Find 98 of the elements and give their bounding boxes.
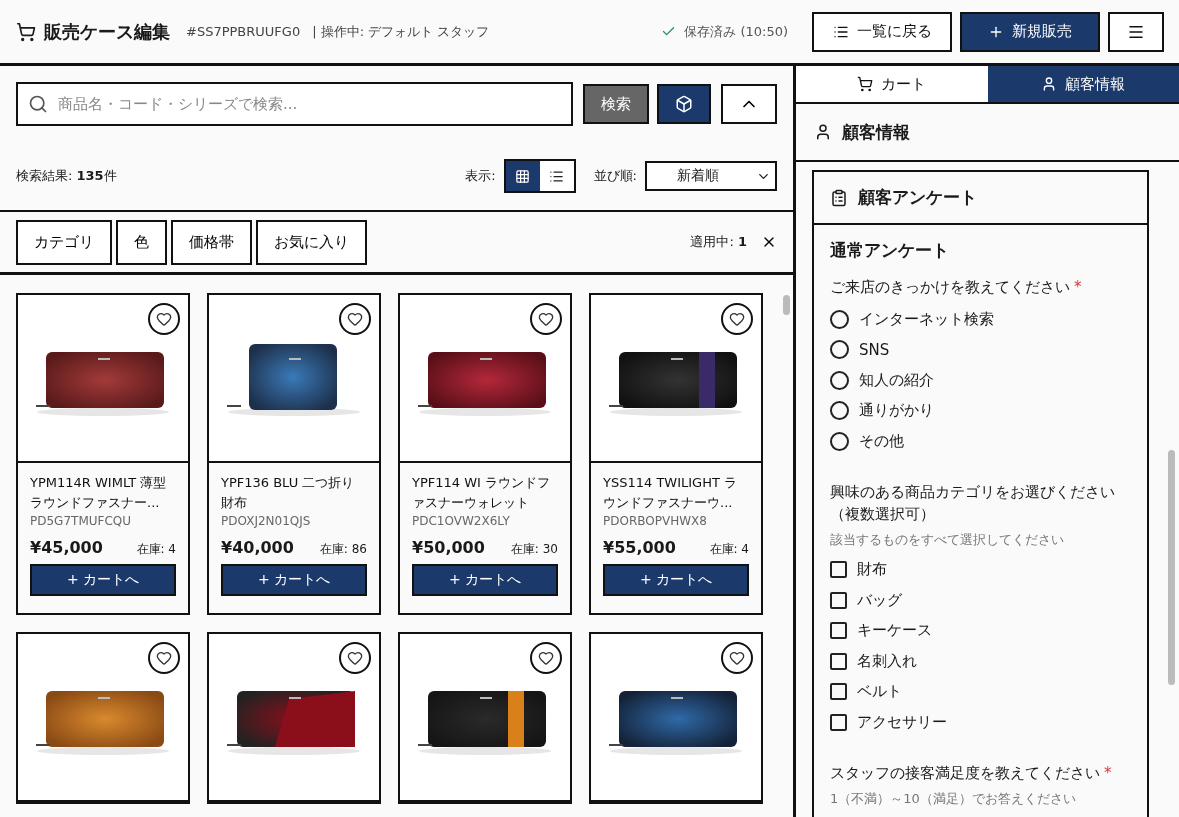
product-title: YPF136 BLU 二つ折り財布 (221, 474, 356, 512)
filter-chip[interactable]: 価格帯 (171, 219, 252, 265)
survey-title: 顧客アンケート (858, 186, 977, 209)
save-status: 保存済み (10:50) (684, 22, 788, 41)
cart-icon (857, 76, 874, 92)
checkbox[interactable] (830, 652, 847, 670)
required-mark: * (1104, 763, 1112, 782)
heart-icon (729, 650, 745, 666)
stock-count: 在庫: 86 (319, 541, 367, 558)
radio-button[interactable] (830, 401, 849, 421)
scrollbar-thumb[interactable] (783, 295, 790, 315)
back-to-list-button[interactable]: 一覧に戻る (812, 11, 952, 52)
page-title: 販売ケース編集 (44, 19, 170, 44)
product-price: ¥45,000 (30, 538, 103, 557)
option-label: 財布 (857, 560, 887, 580)
option-label: SNS (859, 340, 890, 359)
question-label: スタッフの接客満足度を教えてください * (830, 762, 1113, 784)
checkbox[interactable] (830, 713, 847, 731)
heart-icon (538, 311, 554, 327)
user-icon (814, 123, 832, 141)
heart-icon (729, 311, 745, 327)
search-field[interactable]: 商品名・コード・シリーズで検索... (16, 82, 573, 126)
product-price: ¥55,000 (603, 538, 676, 557)
filter-chip[interactable]: カテゴリ (16, 219, 112, 265)
checkbox[interactable] (830, 561, 847, 579)
product-price: ¥50,000 (412, 538, 485, 557)
add-to-cart-button[interactable]: + カートへ (603, 564, 749, 596)
heart-icon (347, 311, 363, 327)
box-icon (675, 95, 693, 113)
radio-button[interactable] (830, 309, 849, 329)
grid-view-button[interactable] (505, 161, 540, 191)
checkbox[interactable] (830, 622, 847, 640)
operator-label: | 操作中: デフォルト スタッフ (312, 22, 490, 41)
product-code: PDOXJ2N01QJS (221, 514, 312, 528)
stock-count: 在庫: 4 (709, 541, 749, 558)
question-label: 興味のある商品カテゴリをお選びください（複数選択可） (830, 481, 1116, 525)
filter-chip[interactable]: 色 (116, 219, 167, 265)
sort-select[interactable]: 新着順 (645, 161, 777, 191)
option-label: アクセサリー (857, 712, 947, 732)
list-icon (549, 168, 565, 184)
result-count: 検索結果: 135件 (16, 167, 117, 185)
heart-icon (156, 311, 172, 327)
option-label: 知人の紹介 (859, 370, 934, 390)
product-card[interactable]: YPF114 WI ラウンドファスナーウォレット PDC1OVW2X6LY ¥50,000 在庫: 30 + カートへ (398, 293, 572, 615)
filter-chip[interactable]: お気に入り (256, 219, 367, 265)
option-label: その他 (859, 431, 904, 451)
stock-count: 在庫: 4 (136, 541, 176, 558)
product-title: YSS114 TWILIGHT ラウンドファスナーウ... (603, 474, 739, 512)
scrollbar-thumb[interactable] (1168, 450, 1175, 685)
add-to-cart-button[interactable]: + カートへ (412, 564, 558, 596)
heart-icon (538, 650, 554, 666)
heart-icon (347, 650, 363, 666)
product-card[interactable]: YPF136 BLU 二つ折り財布 PDOXJ2N01QJS ¥40,000 在庫: 86 + カートへ (207, 293, 381, 615)
product-title: YPF114 WI ラウンドファスナーウォレット (412, 474, 552, 512)
product-title: YPM114R WIMLT 薄型ラウンドファスナー... (30, 474, 168, 512)
cart-tab[interactable]: カート (796, 66, 988, 102)
question-hint: 1（不満）～10（満足）でお答えください (830, 789, 1077, 808)
option-label: ベルト (857, 682, 902, 702)
list-view-button[interactable] (539, 161, 574, 191)
panel-title: 顧客情報 (842, 120, 910, 144)
view-label: 表示: (465, 167, 496, 185)
section-title: 通常アンケート (830, 239, 950, 262)
option-label: キーケース (857, 621, 932, 641)
new-sale-button[interactable]: 新規販売 (960, 11, 1100, 52)
clipboard-icon (830, 188, 848, 207)
stock-count: 在庫: 30 (510, 541, 558, 558)
option-label: インターネット検索 (859, 309, 994, 329)
collapse-button[interactable] (721, 84, 777, 124)
cart-icon (16, 21, 36, 42)
option-label: 名刺入れ (857, 651, 917, 671)
product-price: ¥40,000 (221, 538, 294, 557)
add-to-cart-button[interactable]: + カートへ (30, 564, 176, 596)
add-to-cart-button[interactable]: + カートへ (221, 564, 367, 596)
grid-icon (515, 168, 531, 184)
search-icon (28, 94, 48, 114)
option-label: 通りがかり (859, 401, 934, 421)
product-code: PD5G7TMUFCQU (30, 514, 133, 528)
question-hint: 該当するものをすべて選択してください (830, 530, 1065, 549)
product-code: PDC1OVW2X6LY (412, 514, 511, 528)
customer-tab[interactable]: 顧客情報 (987, 66, 1179, 102)
option-label: バッグ (857, 590, 902, 610)
radio-button[interactable] (830, 431, 849, 451)
required-mark: * (1074, 278, 1082, 296)
applied-count: 適用中: 1 (690, 233, 747, 251)
heart-icon (156, 650, 172, 666)
product-card[interactable]: YSS114 TWILIGHT ラウンドファスナーウ... PDORBOPVHWX8 ¥55,000 在庫: 4 + カートへ (589, 293, 763, 615)
question-label: ご来店のきっかけを教えてください * (830, 277, 1083, 298)
sort-label: 並び順: (593, 167, 637, 185)
checkbox[interactable] (830, 591, 847, 609)
checkbox[interactable] (830, 683, 847, 701)
box-button[interactable] (657, 84, 711, 124)
product-code: PDORBOPVHWX8 (603, 514, 708, 528)
product-card[interactable]: YPM114R WIMLT 薄型ラウンドファスナー... PD5G7TMUFCQU ¥45,000 在庫: 4 + カートへ (16, 293, 190, 615)
search-button[interactable]: 検索 (583, 84, 649, 124)
radio-button[interactable] (830, 340, 849, 360)
menu-button[interactable] (1108, 11, 1164, 52)
radio-button[interactable] (830, 370, 849, 390)
case-id: #SS7PPBRUUFG0 (186, 24, 301, 39)
